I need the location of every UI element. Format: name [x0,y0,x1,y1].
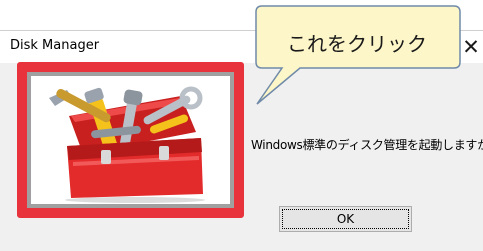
image-area [31,76,230,204]
confirm-message: Windows標準のディスク管理を起動しますか [251,138,483,152]
close-icon: ✕ [462,35,480,59]
close-button[interactable]: ✕ [458,33,483,61]
image-button[interactable] [27,72,234,208]
window-title: Disk Manager [10,38,100,53]
highlight-frame [17,62,244,218]
ok-button[interactable]: OK [279,206,412,232]
toolbox-icon [49,86,205,203]
callout-text: これをクリック [287,32,427,56]
screenshot-frame: Disk Manager ✕ Windows標準のディスク管理を起動しますか O… [0,0,483,251]
